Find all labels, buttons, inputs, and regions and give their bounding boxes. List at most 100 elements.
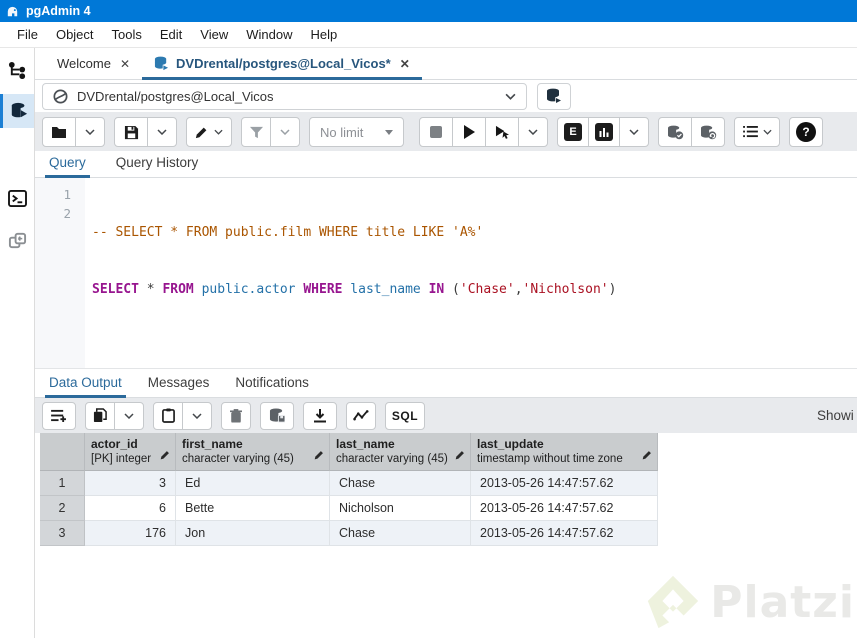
chevron-down-icon xyxy=(505,87,516,105)
filter-button[interactable] xyxy=(241,117,271,147)
cell-last-update[interactable]: 2013-05-26 14:47:57.62 xyxy=(471,521,658,546)
copy-button[interactable] xyxy=(85,401,115,430)
open-file-button[interactable] xyxy=(42,117,76,147)
show-sql-button[interactable]: SQL xyxy=(385,401,425,430)
tab-query-tool-close-icon[interactable]: ✕ xyxy=(400,57,410,71)
filter-options-button[interactable] xyxy=(270,117,300,147)
cell-actor-id[interactable]: 6 xyxy=(85,496,176,521)
cell-last-name[interactable]: Nicholson xyxy=(330,496,471,521)
explain-analyze-button[interactable] xyxy=(588,117,620,147)
macro-list-icon xyxy=(742,126,758,138)
column-header-first-name[interactable]: first_name character varying (45) xyxy=(176,433,330,471)
menu-tools[interactable]: Tools xyxy=(103,27,151,42)
cell-last-update[interactable]: 2013-05-26 14:47:57.62 xyxy=(471,496,658,521)
rollback-button[interactable] xyxy=(691,117,725,147)
tab-messages[interactable]: Messages xyxy=(144,375,214,397)
stop-icon xyxy=(430,126,442,138)
column-header-last-update[interactable]: last_update timestamp without time zone xyxy=(471,433,658,471)
tab-query[interactable]: Query xyxy=(45,155,90,178)
chevron-down-icon xyxy=(157,129,167,135)
menu-help[interactable]: Help xyxy=(302,27,347,42)
pencil-icon xyxy=(195,127,207,139)
cell-actor-id[interactable]: 3 xyxy=(85,471,176,496)
row-number[interactable]: 3 xyxy=(40,521,85,546)
cell-first-name[interactable]: Jon xyxy=(176,521,330,546)
output-tab-bar: Data Output Messages Notifications xyxy=(35,371,857,398)
tab-query-tool-label: DVDrental/postgres@Local_Vicos* xyxy=(176,56,391,71)
tab-query-tool[interactable]: DVDrental/postgres@Local_Vicos* ✕ xyxy=(142,48,422,80)
editor-gutter: 1 2 xyxy=(35,178,85,368)
psql-tool-icon[interactable] xyxy=(0,181,34,215)
download-button[interactable] xyxy=(303,401,337,430)
editor-tab-bar: Query Query History xyxy=(35,151,857,178)
menu-window[interactable]: Window xyxy=(237,27,301,42)
tab-welcome[interactable]: Welcome ✕ xyxy=(45,48,142,79)
cell-actor-id[interactable]: 176 xyxy=(85,521,176,546)
cancel-query-button[interactable] xyxy=(419,117,453,147)
platzi-watermark-text: Platzi xyxy=(710,576,855,628)
cell-last-name[interactable]: Chase xyxy=(330,521,471,546)
column-header-last-name[interactable]: last_name character varying (45) xyxy=(330,433,471,471)
copy-options-button[interactable] xyxy=(114,401,144,430)
line-number: 1 xyxy=(63,187,71,202)
connection-dropdown[interactable]: DVDrental/postgres@Local_Vicos xyxy=(42,82,527,110)
filter-icon xyxy=(249,126,263,138)
database-icon xyxy=(154,56,169,71)
execute-menu-button[interactable] xyxy=(518,117,548,147)
save-data-button[interactable] xyxy=(260,401,294,430)
help-icon: ? xyxy=(796,122,816,142)
explain-options-button[interactable] xyxy=(619,117,649,147)
cell-last-update[interactable]: 2013-05-26 14:47:57.62 xyxy=(471,471,658,496)
sql-editor[interactable]: 1 2 -- SELECT * FROM public.film WHERE t… xyxy=(35,178,857,369)
save-file-button[interactable] xyxy=(114,117,148,147)
menu-file[interactable]: File xyxy=(8,27,47,42)
tab-data-output[interactable]: Data Output xyxy=(45,375,126,398)
menu-view[interactable]: View xyxy=(191,27,237,42)
corner-header-cell[interactable] xyxy=(40,433,85,471)
add-row-button[interactable] xyxy=(42,401,76,430)
sql-comment: -- SELECT * FROM public.film WHERE title… xyxy=(92,225,484,240)
column-header-actor-id[interactable]: actor_id [PK] integer xyxy=(85,433,176,471)
cell-last-name[interactable]: Chase xyxy=(330,471,471,496)
macros-button[interactable] xyxy=(734,117,780,147)
open-file-options-button[interactable] xyxy=(75,117,105,147)
row-number[interactable]: 1 xyxy=(40,471,85,496)
commit-button[interactable] xyxy=(658,117,692,147)
folder-icon xyxy=(52,126,66,138)
edit-column-icon[interactable] xyxy=(642,449,653,463)
paste-options-button[interactable] xyxy=(182,401,212,430)
line-number: 2 xyxy=(63,206,71,221)
caret-down-icon xyxy=(385,129,393,135)
pgadmin-window: pgAdmin 4 File Object Tools Edit View Wi… xyxy=(0,0,857,638)
object-explorer-icon[interactable] xyxy=(0,53,34,87)
graph-visualiser-button[interactable] xyxy=(346,401,376,430)
help-button[interactable]: ? xyxy=(789,117,823,147)
edit-column-icon[interactable] xyxy=(160,449,171,463)
pgadmin-logo-icon xyxy=(5,4,20,19)
execute-options-button[interactable] xyxy=(485,117,519,147)
new-connection-button[interactable] xyxy=(537,82,571,110)
menu-object[interactable]: Object xyxy=(47,27,103,42)
edit-column-icon[interactable] xyxy=(314,449,325,463)
edit-options-button[interactable] xyxy=(186,117,232,147)
tab-query-history[interactable]: Query History xyxy=(112,155,203,177)
execute-button[interactable] xyxy=(452,117,486,147)
chevron-down-icon xyxy=(528,129,538,135)
tab-welcome-close-icon[interactable]: ✕ xyxy=(120,57,130,71)
row-number[interactable]: 2 xyxy=(40,496,85,521)
cell-first-name[interactable]: Bette xyxy=(176,496,330,521)
chevron-down-icon xyxy=(85,129,95,135)
paste-button[interactable] xyxy=(153,401,183,430)
explain-button[interactable]: E xyxy=(557,117,589,147)
edit-column-icon[interactable] xyxy=(455,449,466,463)
query-tool-icon[interactable] xyxy=(0,94,34,128)
tab-notifications[interactable]: Notifications xyxy=(231,375,313,397)
query-toolbar: No limit E ? xyxy=(35,112,857,152)
save-file-options-button[interactable] xyxy=(147,117,177,147)
limit-select[interactable]: No limit xyxy=(309,117,404,147)
delete-row-button[interactable] xyxy=(221,401,251,430)
cell-first-name[interactable]: Ed xyxy=(176,471,330,496)
schema-diff-icon[interactable] xyxy=(0,223,34,257)
download-icon xyxy=(314,408,326,422)
menu-edit[interactable]: Edit xyxy=(151,27,191,42)
